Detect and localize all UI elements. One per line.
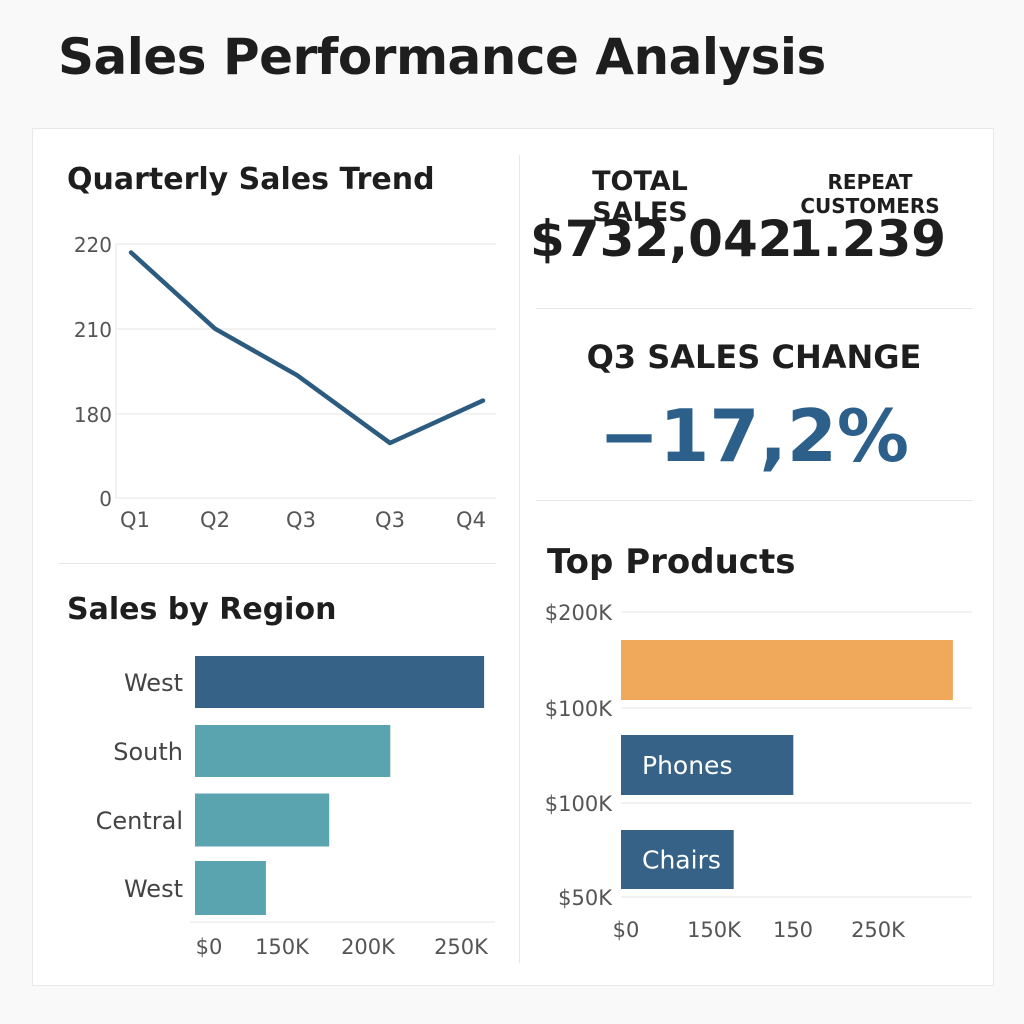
products-y-tick-label: $100K <box>545 792 613 816</box>
products-x-tick-label: 150 <box>773 918 813 942</box>
products-y-tick-label: $100K <box>545 697 613 721</box>
top-products-bar-chart: $200K $100K $100K $50K Phones Chairs $0 150K 150… <box>545 601 972 942</box>
products-x-tick-label: 150K <box>687 918 742 942</box>
products-x-tick-label: 250K <box>851 918 906 942</box>
products-y-tick-label: $50K <box>558 886 613 910</box>
products-x-tick-label: $0 <box>613 918 640 942</box>
products-bar <box>621 640 953 700</box>
products-bar-label: Chairs <box>642 846 721 875</box>
products-y-tick-label: $200K <box>545 601 613 625</box>
products-bar-label: Phones <box>642 751 732 780</box>
